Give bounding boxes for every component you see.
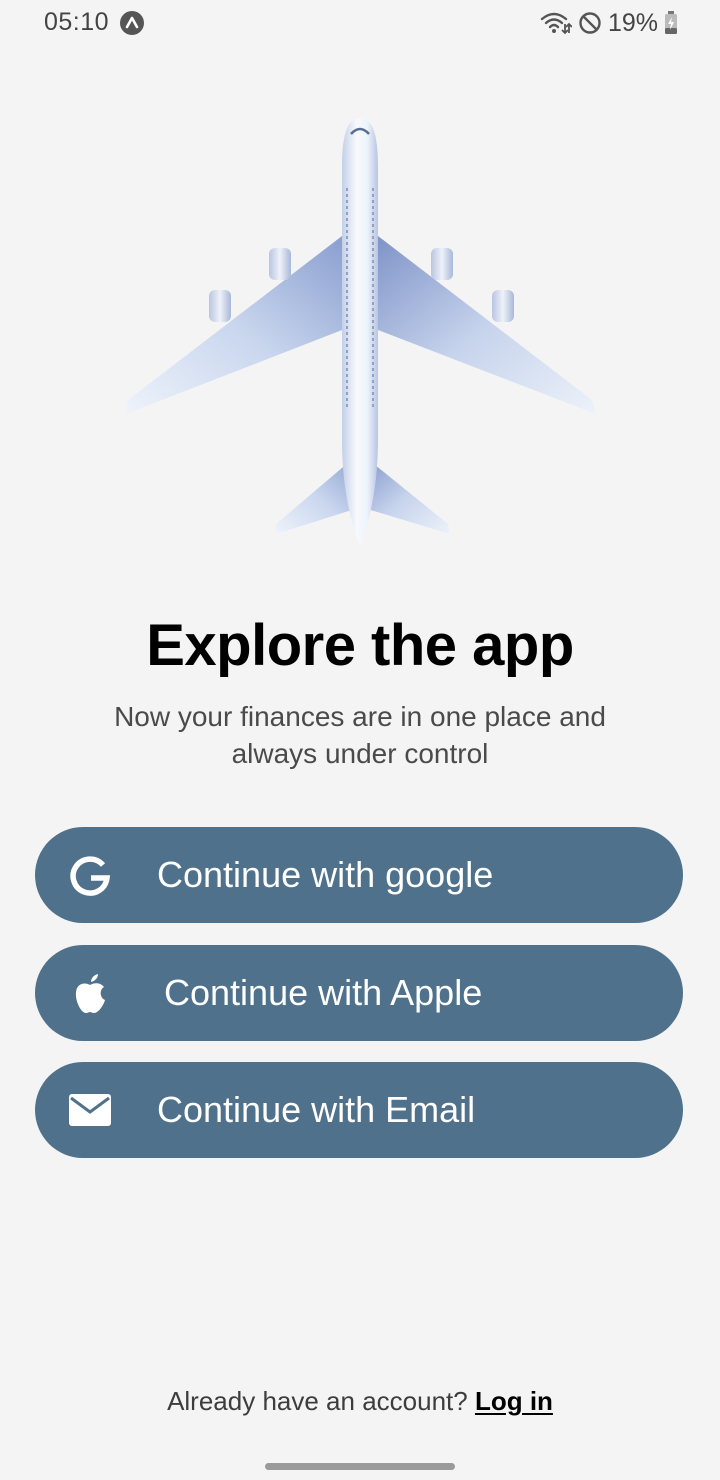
battery-percent: 19% <box>607 8 658 37</box>
page-subtitle: Now your finances are in one place and a… <box>114 701 606 769</box>
log-in-link[interactable]: Log in <box>475 1386 553 1416</box>
continue-with-apple-label: Continue with Apple <box>164 972 483 1013</box>
page-title: Explore the app <box>146 613 574 678</box>
google-icon <box>70 856 111 896</box>
status-icons: 19% <box>540 8 678 38</box>
footer: Already have an account? Log in <box>0 1386 720 1417</box>
mail-icon <box>69 1094 111 1126</box>
continue-with-email-button[interactable]: Continue with Email <box>35 1062 683 1158</box>
continue-with-google-label: Continue with google <box>157 854 494 895</box>
continue-with-google-button[interactable]: Continue with google <box>35 827 683 923</box>
status-bar: 05:10 19% <box>0 0 720 46</box>
auto-sync-icon <box>120 11 144 35</box>
status-time: 05:10 <box>44 8 110 36</box>
account-prompt: Already have an account? <box>167 1386 468 1416</box>
continue-with-apple-button[interactable]: Continue with Apple <box>35 945 683 1041</box>
continue-with-email-label: Continue with Email <box>157 1089 476 1130</box>
wifi-icon <box>540 12 572 35</box>
apple-icon <box>75 974 105 1013</box>
home-indicator[interactable] <box>265 1463 455 1470</box>
battery-charging-icon <box>665 11 677 34</box>
airplane-icon <box>126 118 596 548</box>
do-not-disturb-icon <box>579 12 601 34</box>
